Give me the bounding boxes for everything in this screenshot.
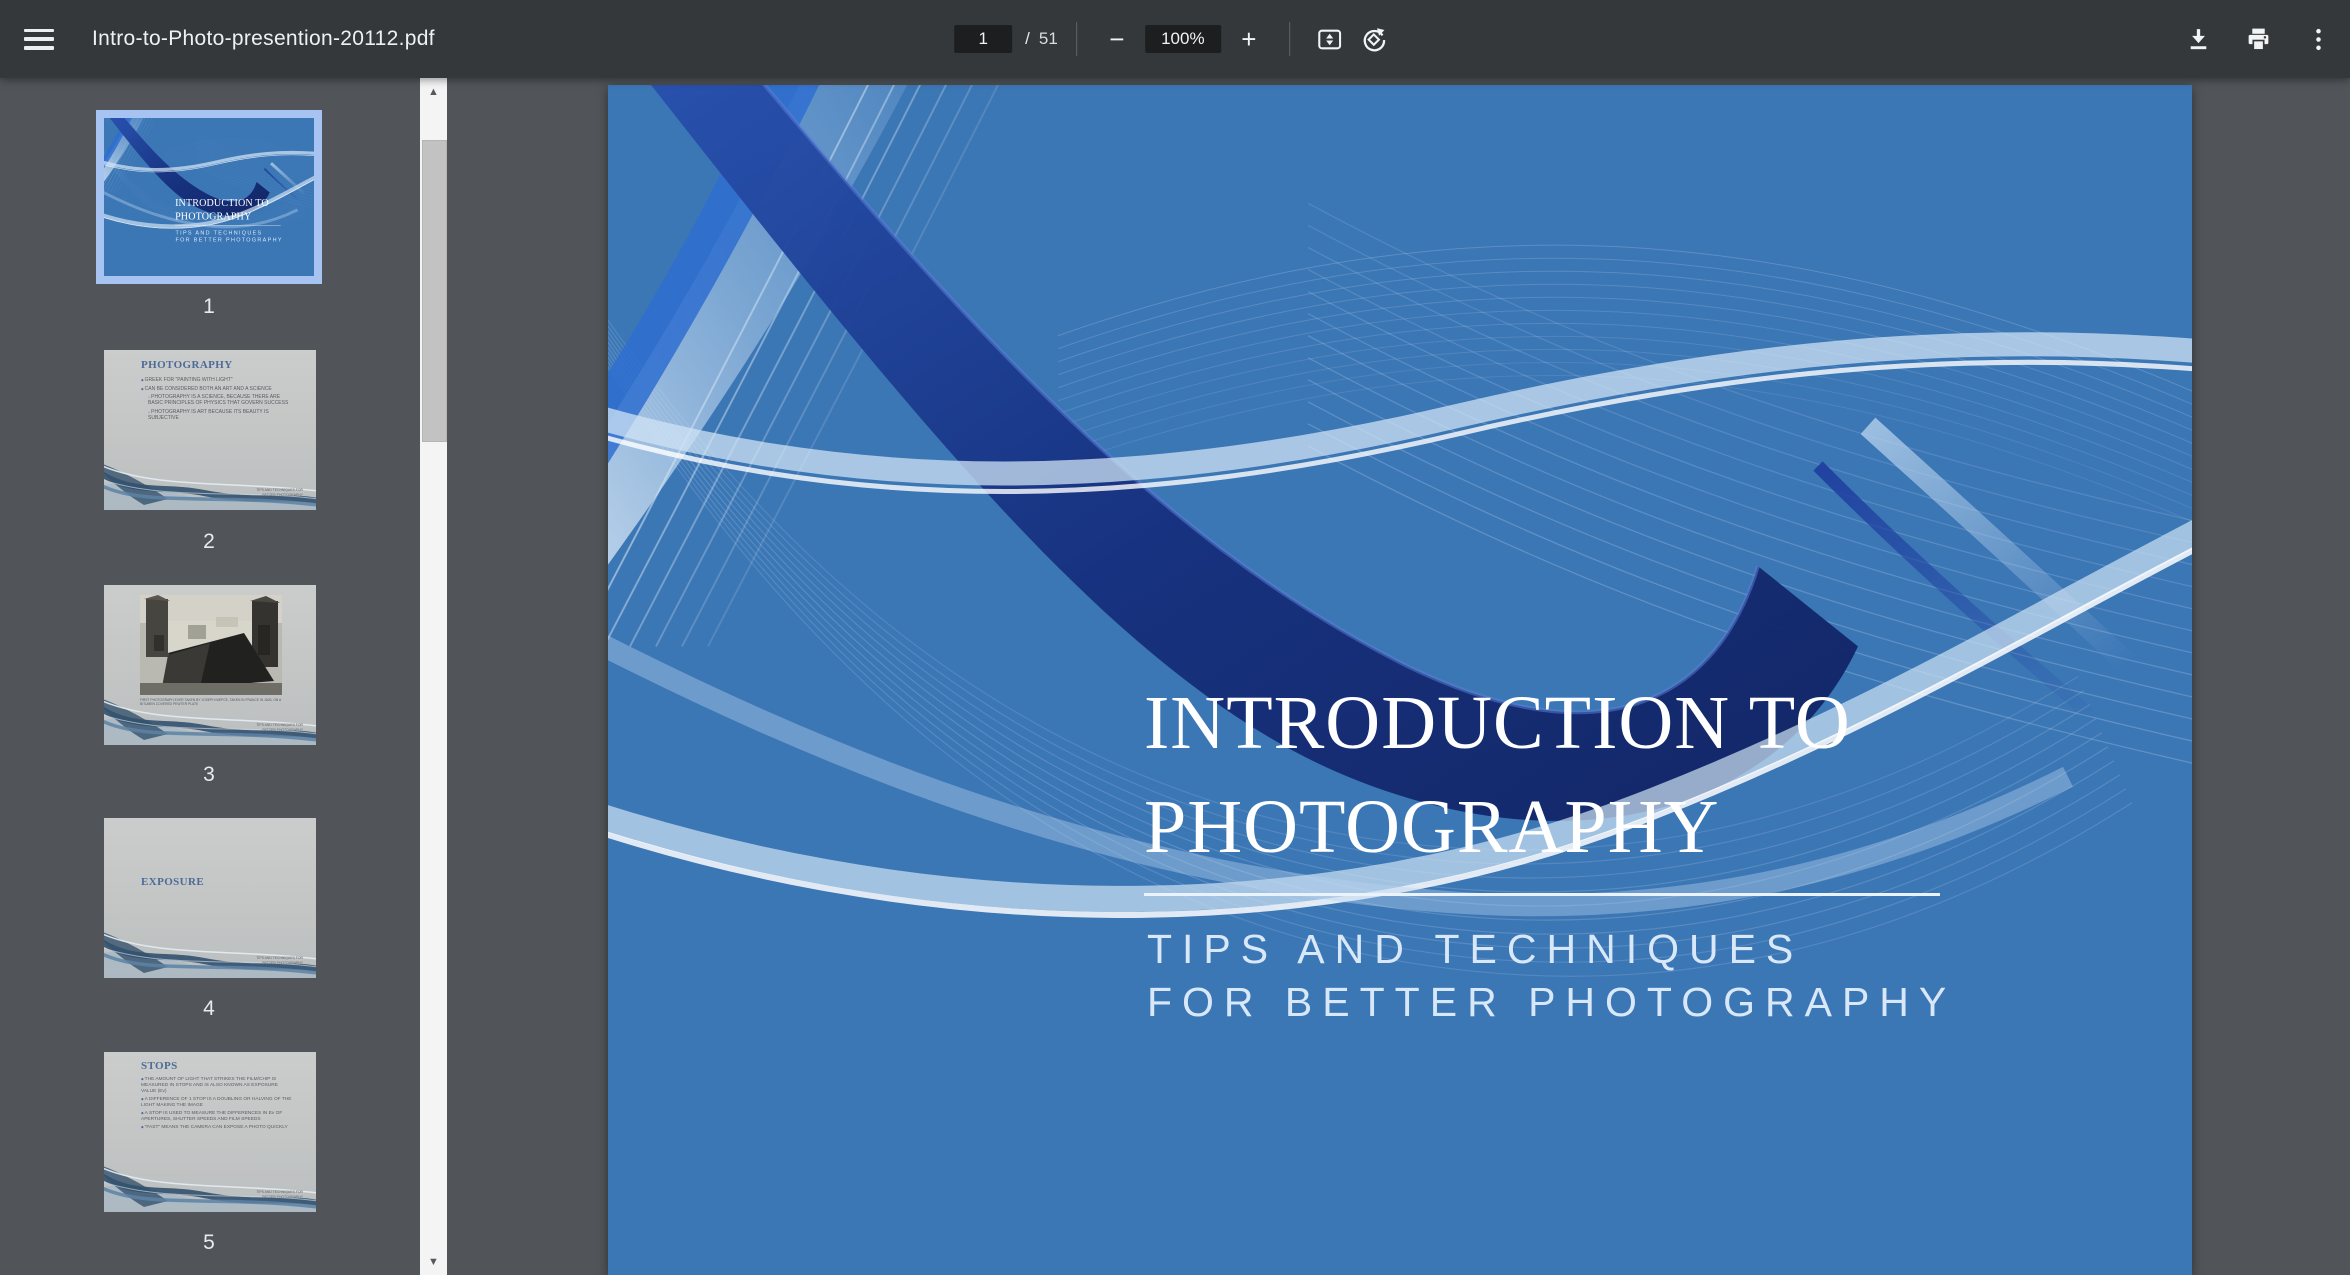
thumbnail-page-4[interactable]: EXPOSURE TIPS AND TECHNIQUES FOR BETTER … xyxy=(104,818,316,978)
zoom-level[interactable]: 100% xyxy=(1145,25,1221,53)
kebab-menu-icon xyxy=(2305,26,2332,53)
slide-title-line2: PHOTOGRAPHY xyxy=(1144,775,1851,879)
thumbnail-page-5[interactable]: STOPS THE AMOUNT OF LIGHT THAT STRIKES T… xyxy=(104,1052,316,1212)
wave-art xyxy=(104,923,316,978)
document-viewer: INTRODUCTION TO PHOTOGRAPHY TIPS AND TEC… xyxy=(447,78,2350,1275)
plus-icon: + xyxy=(1241,26,1256,52)
fit-to-page-button[interactable] xyxy=(1308,17,1352,61)
download-icon xyxy=(2185,26,2212,53)
scroll-down-button[interactable]: ▼ xyxy=(420,1248,447,1275)
thumbnail-number: 1 xyxy=(96,295,322,319)
scroll-up-button[interactable]: ▲ xyxy=(420,78,447,105)
slide-title-line1: INTRODUCTION TO xyxy=(1144,671,1851,775)
slide-title: INTRODUCTION TO PHOTOGRAPHY xyxy=(1144,671,1851,879)
hamburger-icon xyxy=(24,29,54,50)
thumbnail-number: 4 xyxy=(96,997,322,1021)
rotate-ccw-icon xyxy=(1360,26,1387,53)
print-button[interactable] xyxy=(2236,17,2280,61)
fit-page-icon xyxy=(1316,26,1343,53)
pdf-viewer-window: Intro-to-Photo-presention-20112.pdf 1 / … xyxy=(0,0,2350,1275)
slide-bullets: THE AMOUNT OF LIGHT THAT STRIKES THE FIL… xyxy=(141,1077,293,1133)
page-separator: / xyxy=(1025,29,1030,49)
slide-heading: STOPS xyxy=(141,1060,178,1072)
thumbnail-number: 5 xyxy=(96,1231,322,1255)
thumbnail-sidebar: INTRODUCTION TO PHOTOGRAPHY TIPS AND TEC… xyxy=(0,78,420,1275)
zoom-out-button[interactable]: − xyxy=(1095,17,1139,61)
slide-bullets: GREEK FOR "PAINTING WITH LIGHT" CAN BE C… xyxy=(141,377,293,423)
slide-subtitle-line1: TIPS AND TECHNIQUES xyxy=(1147,923,1956,976)
toolbar-divider xyxy=(1289,22,1290,56)
historic-photo xyxy=(140,595,282,695)
zoom-in-button[interactable]: + xyxy=(1227,17,1271,61)
download-button[interactable] xyxy=(2176,17,2220,61)
thumbnail-page-2[interactable]: PHOTOGRAPHY GREEK FOR "PAINTING WITH LIG… xyxy=(104,350,316,510)
thumbnail-1-preview: INTRODUCTION TO PHOTOGRAPHY TIPS AND TEC… xyxy=(104,118,314,276)
pdf-page-1[interactable]: INTRODUCTION TO PHOTOGRAPHY TIPS AND TEC… xyxy=(608,85,2192,1275)
slide-heading: EXPOSURE xyxy=(141,876,204,888)
print-icon xyxy=(2245,26,2272,53)
thumbnail-number: 2 xyxy=(96,530,322,554)
thumbnail-number: 3 xyxy=(96,763,322,787)
toolbar-center: 1 / 51 − 100% + xyxy=(954,0,1396,78)
more-options-button[interactable] xyxy=(2296,17,2340,61)
wave-art xyxy=(104,455,316,510)
page-total: 51 xyxy=(1039,29,1058,49)
slide-heading: PHOTOGRAPHY xyxy=(141,359,233,371)
toolbar-divider xyxy=(1076,22,1077,56)
page-number-input[interactable]: 1 xyxy=(954,25,1012,53)
mini-subtitle: TIPS AND TECHNIQUES FOR BETTER PHOTOGRAP… xyxy=(175,229,282,243)
slide-subtitle-line2: FOR BETTER PHOTOGRAPHY xyxy=(1147,976,1956,1029)
slide-footer: TIPS AND TECHNIQUES FOR BETTER PHOTOGRAP… xyxy=(249,723,303,732)
toolbar-left: Intro-to-Photo-presention-20112.pdf xyxy=(0,0,435,78)
mini-title: INTRODUCTION TO PHOTOGRAPHY xyxy=(175,196,269,224)
slide-footer: TIPS AND TECHNIQUES FOR BETTER PHOTOGRAP… xyxy=(249,956,303,965)
thumbnail-page-3[interactable]: FIRST PHOTOGRAPH EVER TAKEN BY JOSEPH NI… xyxy=(104,585,316,745)
sidebar-scrollbar[interactable]: ▲ ▼ xyxy=(420,78,447,1275)
thumbnail-page-1[interactable]: INTRODUCTION TO PHOTOGRAPHY TIPS AND TEC… xyxy=(96,110,322,284)
menu-button[interactable] xyxy=(0,0,78,78)
photo-caption: FIRST PHOTOGRAPH EVER TAKEN BY JOSEPH NI… xyxy=(140,698,282,706)
wave-art xyxy=(104,1157,316,1212)
toolbar-right xyxy=(2176,0,2340,78)
slide-subtitle: TIPS AND TECHNIQUES FOR BETTER PHOTOGRAP… xyxy=(1147,923,1956,1029)
rotate-button[interactable] xyxy=(1352,17,1396,61)
slide-footer: TIPS AND TECHNIQUES FOR BETTER PHOTOGRAP… xyxy=(249,488,303,497)
toolbar: Intro-to-Photo-presention-20112.pdf 1 / … xyxy=(0,0,2350,78)
slide-footer: TIPS AND TECHNIQUES FOR BETTER PHOTOGRAP… xyxy=(249,1190,303,1199)
document-title: Intro-to-Photo-presention-20112.pdf xyxy=(92,27,435,51)
minus-icon: − xyxy=(1109,26,1124,52)
scrollbar-thumb[interactable] xyxy=(422,140,447,442)
title-divider xyxy=(1144,893,1940,896)
